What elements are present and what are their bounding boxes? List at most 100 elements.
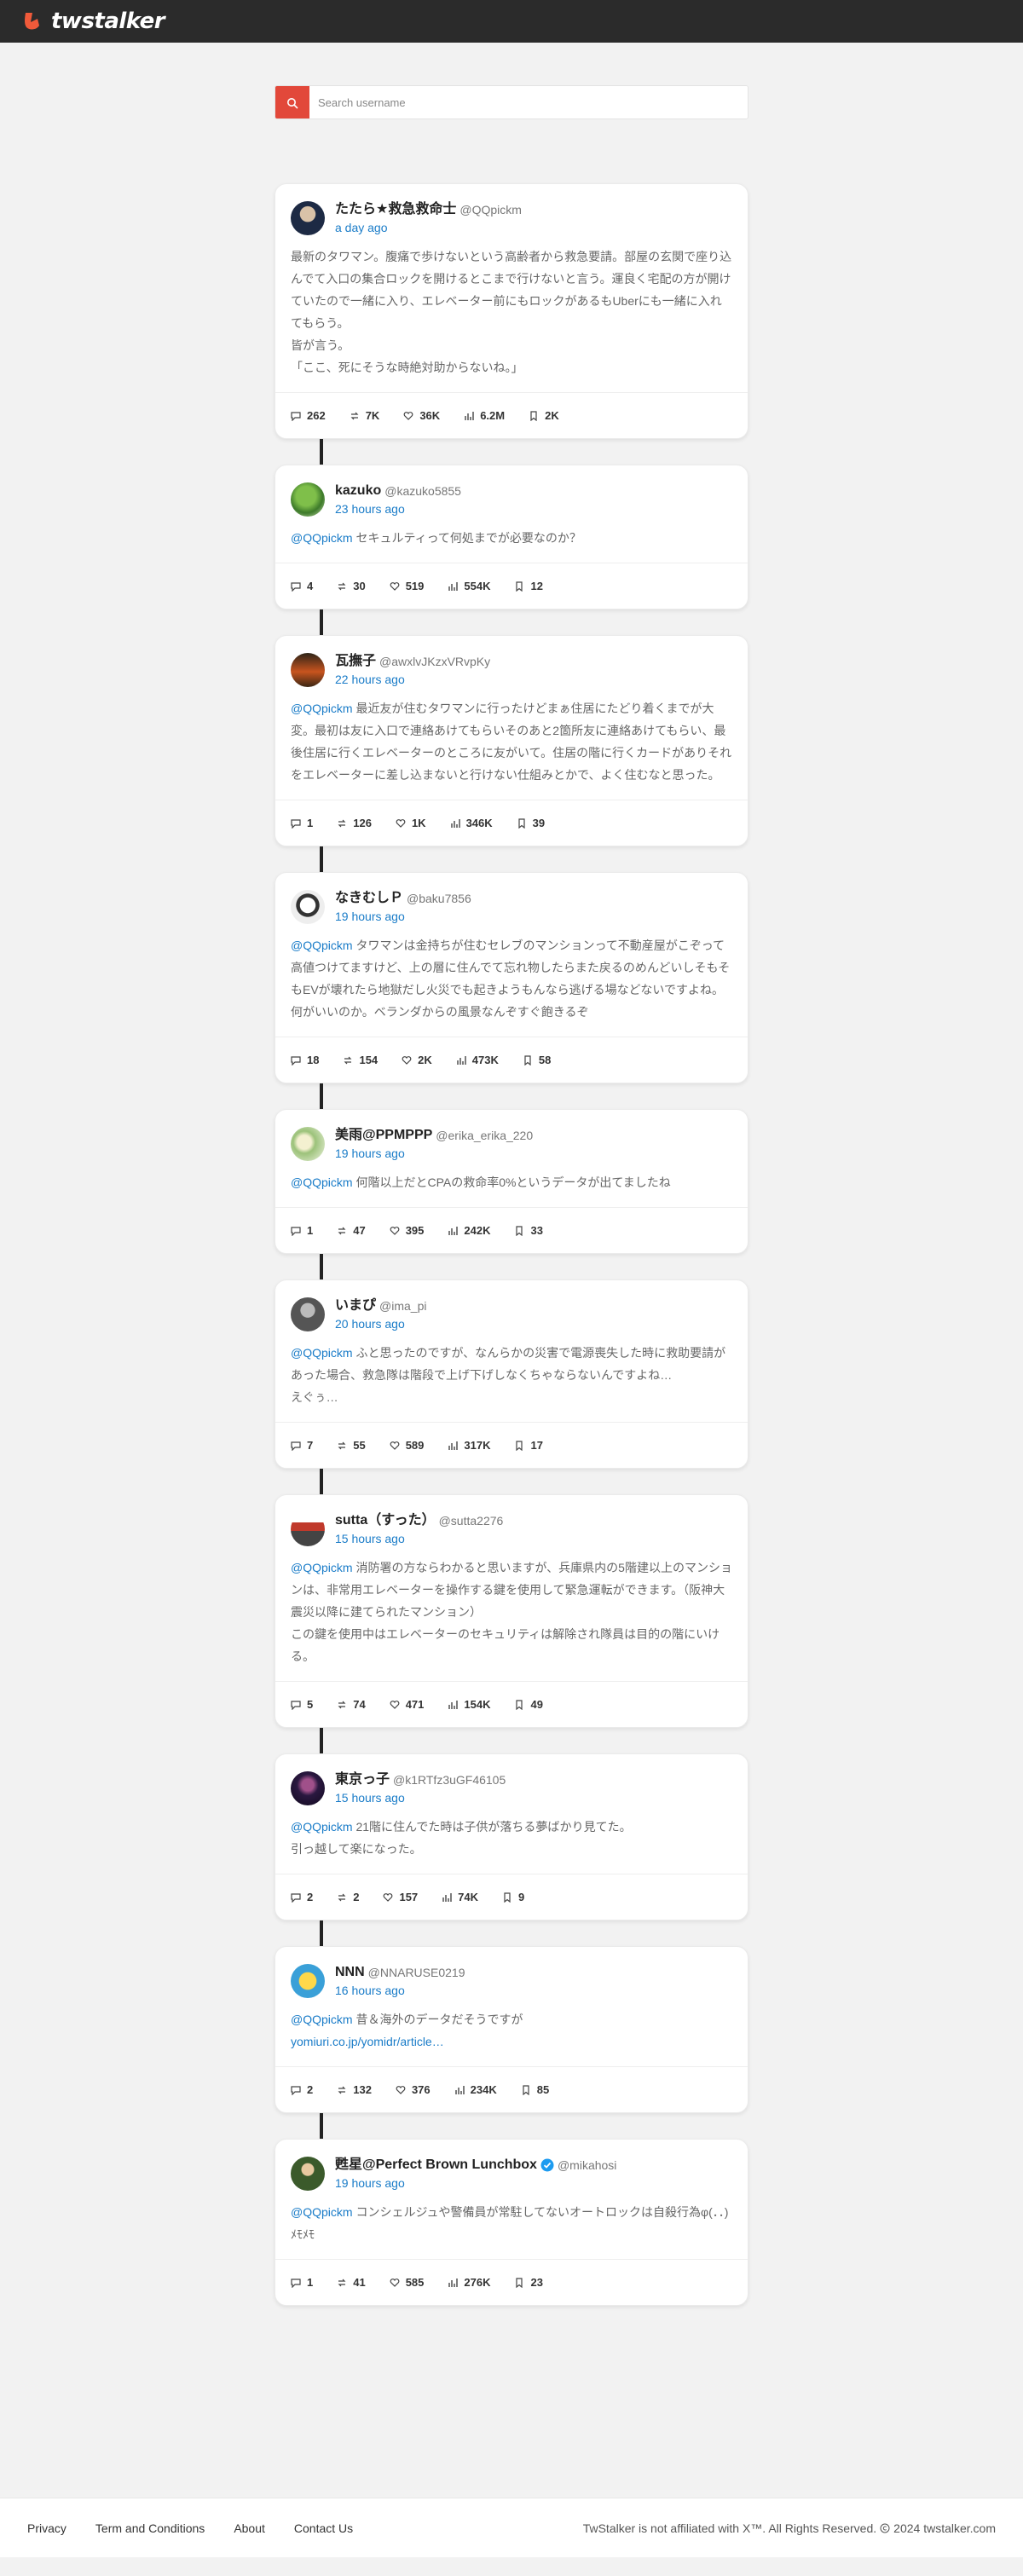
mention-link[interactable]: @QQpickm (291, 1561, 353, 1574)
stat-retweets[interactable]: 30 (337, 580, 366, 592)
stat-bookmarks[interactable]: 49 (514, 1698, 543, 1711)
tweet-timestamp[interactable]: 20 hours ago (335, 1317, 426, 1331)
username-handle[interactable]: @mikahosi (558, 2157, 616, 2174)
logo[interactable]: twstalker (22, 9, 165, 34)
stat-replies[interactable]: 1 (291, 2276, 313, 2289)
tweet-timestamp[interactable]: 16 hours ago (335, 1984, 465, 1997)
stat-retweets[interactable]: 132 (337, 2083, 372, 2096)
mention-link[interactable]: @QQpickm (291, 2205, 353, 2219)
tweet-timestamp[interactable]: 19 hours ago (335, 2176, 616, 2190)
stat-retweets[interactable]: 47 (337, 1224, 366, 1237)
username-handle[interactable]: @kazuko5855 (384, 482, 461, 500)
tweet-card[interactable]: たたら★救急救命士 @QQpickm a day ago 最新のタワマン。腹痛で… (275, 183, 748, 439)
mention-link[interactable]: @QQpickm (291, 2013, 353, 2026)
display-name[interactable]: kazuko (335, 482, 381, 500)
mention-link[interactable]: @QQpickm (291, 1175, 353, 1189)
stat-replies[interactable]: 18 (291, 1054, 319, 1066)
stat-replies[interactable]: 7 (291, 1439, 313, 1452)
stat-likes[interactable]: 2K (402, 1054, 432, 1066)
stat-retweets[interactable]: 2 (337, 1891, 359, 1903)
username-handle[interactable]: @sutta2276 (439, 1512, 504, 1529)
stat-views[interactable]: 317K (448, 1439, 490, 1452)
stat-views[interactable]: 346K (450, 817, 493, 829)
username-handle[interactable]: @erika_erika_220 (436, 1127, 533, 1144)
search-button[interactable] (275, 86, 309, 118)
stat-bookmarks[interactable]: 33 (514, 1224, 543, 1237)
display-name[interactable]: いまぴ (335, 1297, 376, 1314)
footer-terms-link[interactable]: Term and Conditions (95, 2521, 205, 2535)
stat-views[interactable]: 6.2M (464, 409, 505, 422)
avatar[interactable] (291, 890, 325, 924)
avatar[interactable] (291, 1771, 325, 1805)
tweet-card[interactable]: 瓦撫子 @awxlvJKzxVRvpKy 22 hours ago @QQpic… (275, 635, 748, 846)
stat-replies[interactable]: 2 (291, 2083, 313, 2096)
tweet-card[interactable]: 甦星@Perfect Brown Lunchbox @mikahosi 19 h… (275, 2139, 748, 2306)
mention-link[interactable]: @QQpickm (291, 531, 353, 545)
tweet-timestamp[interactable]: 23 hours ago (335, 502, 461, 516)
stat-retweets[interactable]: 7K (350, 409, 379, 422)
stat-bookmarks[interactable]: 2K (529, 409, 559, 422)
stat-retweets[interactable]: 74 (337, 1698, 366, 1711)
tweet-card[interactable]: kazuko @kazuko5855 23 hours ago @QQpickm… (275, 465, 748, 609)
avatar[interactable] (291, 653, 325, 687)
stat-retweets[interactable]: 55 (337, 1439, 366, 1452)
username-handle[interactable]: @NNARUSE0219 (368, 1964, 465, 1981)
stat-bookmarks[interactable]: 12 (514, 580, 543, 592)
avatar[interactable] (291, 1297, 325, 1331)
footer-privacy-link[interactable]: Privacy (27, 2521, 66, 2535)
search-input[interactable] (309, 86, 748, 118)
stat-replies[interactable]: 1 (291, 1224, 313, 1237)
stat-likes[interactable]: 376 (396, 2083, 431, 2096)
tweet-card[interactable]: 東京っ子 @k1RTfz3uGF46105 15 hours ago @QQpi… (275, 1753, 748, 1920)
footer-contact-link[interactable]: Contact Us (294, 2521, 353, 2535)
stat-views[interactable]: 154K (448, 1698, 490, 1711)
stat-likes[interactable]: 395 (390, 1224, 424, 1237)
stat-bookmarks[interactable]: 58 (523, 1054, 551, 1066)
stat-likes[interactable]: 589 (390, 1439, 424, 1452)
stat-views[interactable]: 242K (448, 1224, 490, 1237)
footer-about-link[interactable]: About (234, 2521, 265, 2535)
tweet-timestamp[interactable]: 19 hours ago (335, 910, 471, 923)
tweet-card[interactable]: NNN @NNARUSE0219 16 hours ago @QQpickm 昔… (275, 1946, 748, 2113)
stat-views[interactable]: 473K (456, 1054, 499, 1066)
username-handle[interactable]: @ima_pi (379, 1297, 426, 1314)
username-handle[interactable]: @baku7856 (407, 890, 471, 907)
display-name[interactable]: 東京っ子 (335, 1771, 390, 1788)
display-name[interactable]: sutta（すった） (335, 1512, 436, 1529)
display-name[interactable]: 甦星@Perfect Brown Lunchbox (335, 2157, 537, 2174)
stat-replies[interactable]: 4 (291, 580, 313, 592)
avatar[interactable] (291, 1512, 325, 1546)
stat-likes[interactable]: 157 (383, 1891, 418, 1903)
display-name[interactable]: 瓦撫子 (335, 653, 376, 670)
stat-replies[interactable]: 1 (291, 817, 313, 829)
mention-link[interactable]: @QQpickm (291, 1820, 353, 1834)
stat-replies[interactable]: 5 (291, 1698, 313, 1711)
tweet-timestamp[interactable]: 19 hours ago (335, 1146, 533, 1160)
stat-views[interactable]: 554K (448, 580, 490, 592)
tweet-timestamp[interactable]: 15 hours ago (335, 1791, 506, 1805)
stat-views[interactable]: 234K (454, 2083, 497, 2096)
avatar[interactable] (291, 201, 325, 235)
tweet-card[interactable]: なきむしＰ @baku7856 19 hours ago @QQpickm タワ… (275, 872, 748, 1083)
stat-bookmarks[interactable]: 23 (514, 2276, 543, 2289)
stat-likes[interactable]: 471 (390, 1698, 424, 1711)
username-handle[interactable]: @k1RTfz3uGF46105 (393, 1771, 506, 1788)
stat-replies[interactable]: 2 (291, 1891, 313, 1903)
stat-retweets[interactable]: 41 (337, 2276, 366, 2289)
display-name[interactable]: 美雨@PPMPPP (335, 1127, 432, 1144)
stat-likes[interactable]: 519 (390, 580, 424, 592)
mention-link[interactable]: @QQpickm (291, 939, 353, 952)
stat-likes[interactable]: 36K (403, 409, 440, 422)
mention-link[interactable]: @QQpickm (291, 1346, 353, 1360)
avatar[interactable] (291, 1127, 325, 1161)
display-name[interactable]: NNN (335, 1964, 365, 1981)
display-name[interactable]: なきむしＰ (335, 890, 403, 907)
stat-likes[interactable]: 1K (396, 817, 426, 829)
tweet-link[interactable]: yomiuri.co.jp/yomidr/article… (291, 2035, 444, 2048)
stat-views[interactable]: 74K (442, 1891, 478, 1903)
display-name[interactable]: たたら★救急救命士 (335, 201, 456, 218)
avatar[interactable] (291, 1964, 325, 1998)
stat-bookmarks[interactable]: 9 (502, 1891, 524, 1903)
tweet-card[interactable]: sutta（すった） @sutta2276 15 hours ago @QQpi… (275, 1494, 748, 1728)
stat-retweets[interactable]: 126 (337, 817, 372, 829)
